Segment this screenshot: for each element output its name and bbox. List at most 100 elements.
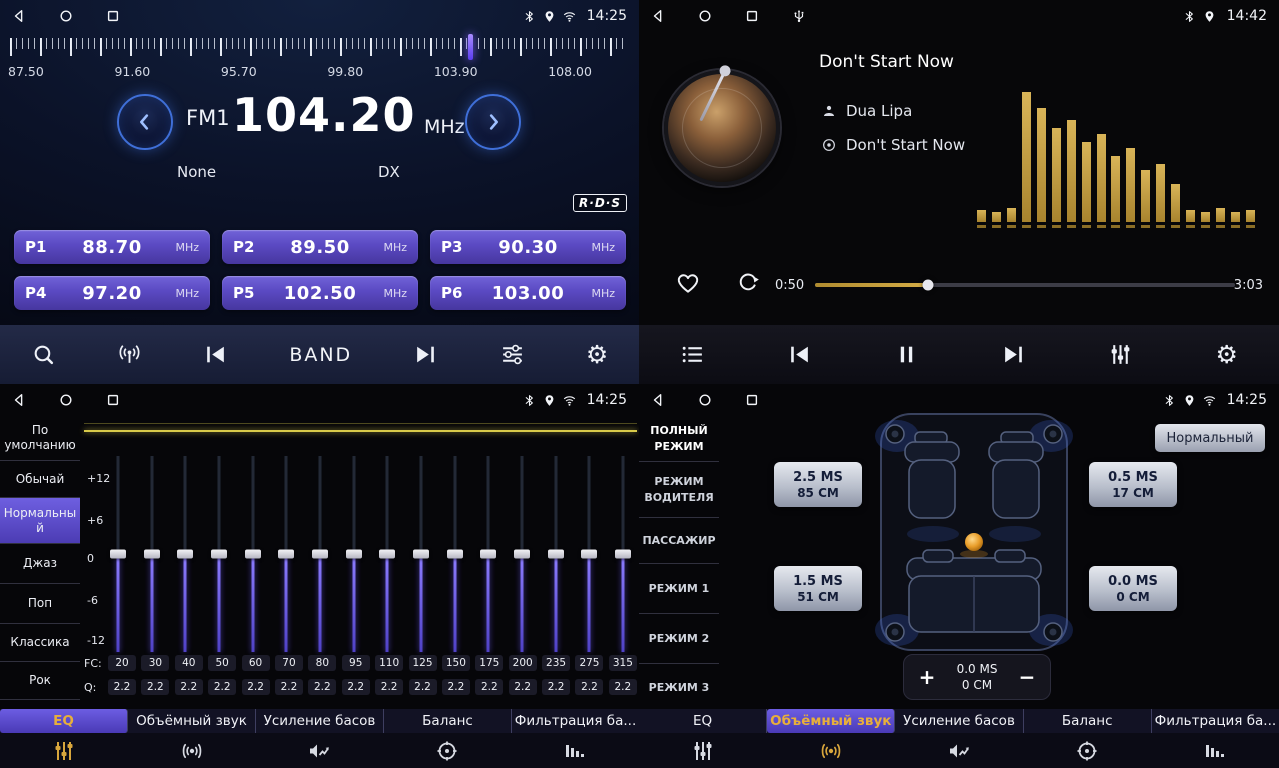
eq-slider-handle[interactable] [379, 550, 395, 559]
nav-home-icon[interactable] [59, 9, 73, 23]
eq-slider-handle[interactable] [177, 550, 193, 559]
next-station-icon[interactable] [413, 342, 438, 367]
nav-back-icon[interactable] [651, 393, 665, 407]
delay-increase-button[interactable]: + [917, 665, 937, 689]
eq-band-slider[interactable] [209, 456, 229, 652]
mode-driver[interactable]: РЕЖИМ ВОДИТЕЛЯ [639, 462, 719, 518]
eq-slider-handle[interactable] [110, 550, 126, 559]
eq-tab-icon[interactable] [0, 733, 128, 768]
bass-boost-tab-icon[interactable] [895, 733, 1023, 768]
eq-preset-normal[interactable]: Нормальный [0, 498, 80, 544]
delay-decrease-button[interactable]: − [1017, 665, 1037, 689]
eq-band-slider[interactable] [243, 456, 263, 652]
tab-bass-boost[interactable]: Усиление басов [895, 709, 1023, 733]
preset-p5-button[interactable]: P5 102.50 MHz [222, 276, 418, 310]
sound-preset-button[interactable]: Нормальный [1155, 424, 1265, 452]
previous-station-icon[interactable] [203, 342, 228, 367]
preset-p1-button[interactable]: P1 88.70 MHz [14, 230, 210, 264]
previous-track-icon[interactable] [787, 342, 812, 367]
nav-recents-icon[interactable] [745, 9, 759, 23]
nav-recents-icon[interactable] [745, 393, 759, 407]
eq-band-slider[interactable] [108, 456, 128, 652]
mode-passenger[interactable]: ПАССАЖИР [639, 518, 719, 564]
eq-preset-pop[interactable]: Поп [0, 584, 80, 624]
tab-eq[interactable]: EQ [0, 709, 128, 733]
tab-eq[interactable]: EQ [639, 709, 767, 733]
tab-bass-boost[interactable]: Усиление басов [256, 709, 384, 733]
preset-p4-button[interactable]: P4 97.20 MHz [14, 276, 210, 310]
eq-preset-jazz[interactable]: Джаз [0, 544, 80, 584]
tune-up-button[interactable] [465, 94, 521, 150]
eq-preset-default[interactable]: По умолчанию [0, 416, 80, 461]
mode-1[interactable]: РЕЖИМ 1 [639, 564, 719, 614]
eq-slider-handle[interactable] [278, 550, 294, 559]
rear-left-delay[interactable]: 1.5 MS 51 CM [774, 566, 862, 611]
tab-surround[interactable]: Объёмный звук [128, 709, 256, 733]
balance-tab-icon[interactable] [1023, 733, 1151, 768]
balance-tab-icon[interactable] [383, 733, 511, 768]
tune-down-button[interactable] [117, 94, 173, 150]
eq-band-slider[interactable] [142, 456, 162, 652]
eq-preset-rock[interactable]: Рок [0, 662, 80, 700]
eq-band-slider[interactable] [276, 456, 296, 652]
eq-slider-handle[interactable] [144, 550, 160, 559]
eq-band-slider[interactable] [411, 456, 431, 652]
eq-slider-handle[interactable] [413, 550, 429, 559]
eq-slider-handle[interactable] [346, 550, 362, 559]
next-track-icon[interactable] [1001, 342, 1026, 367]
filter-tab-icon[interactable] [511, 733, 639, 768]
nav-home-icon[interactable] [59, 393, 73, 407]
tab-filter[interactable]: Фильтрация ба... [512, 709, 639, 733]
eq-slider-handle[interactable] [548, 550, 564, 559]
eq-preset-classic[interactable]: Классика [0, 624, 80, 662]
bass-boost-tab-icon[interactable] [256, 733, 384, 768]
settings-gear-icon[interactable]: ⚙ [1216, 342, 1238, 367]
progress-bar[interactable] [815, 283, 1235, 287]
eq-slider-handle[interactable] [480, 550, 496, 559]
nav-recents-icon[interactable] [106, 9, 120, 23]
preset-p2-button[interactable]: P2 89.50 MHz [222, 230, 418, 264]
mode-2[interactable]: РЕЖИМ 2 [639, 614, 719, 664]
eq-band-slider[interactable] [175, 456, 195, 652]
mixer-icon[interactable] [1108, 342, 1133, 367]
nav-home-icon[interactable] [698, 9, 712, 23]
favorite-icon[interactable] [675, 270, 701, 296]
eq-band-slider[interactable] [579, 456, 599, 652]
surround-tab-icon[interactable] [767, 733, 895, 768]
preset-p3-button[interactable]: P3 90.30 MHz [430, 230, 626, 264]
progress-knob[interactable] [923, 280, 934, 291]
eq-band-slider[interactable] [613, 456, 633, 652]
rear-right-delay[interactable]: 0.0 MS 0 CM [1089, 566, 1177, 611]
eq-band-slider[interactable] [344, 456, 364, 652]
eq-tab-icon[interactable] [639, 733, 767, 768]
eq-band-slider[interactable] [445, 456, 465, 652]
eq-band-slider[interactable] [310, 456, 330, 652]
eq-band-slider[interactable] [377, 456, 397, 652]
broadcast-icon[interactable] [117, 342, 142, 367]
pause-icon[interactable] [894, 342, 919, 367]
audio-settings-icon[interactable] [500, 342, 525, 367]
filter-tab-icon[interactable] [1151, 733, 1279, 768]
tab-surround[interactable]: Объёмный звук [767, 709, 895, 733]
nav-back-icon[interactable] [12, 9, 26, 23]
mode-3[interactable]: РЕЖИМ 3 [639, 664, 719, 712]
eq-slider-handle[interactable] [615, 550, 631, 559]
eq-slider-handle[interactable] [211, 550, 227, 559]
mode-full[interactable]: ПОЛНЫЙ РЕЖИМ [639, 416, 719, 462]
nav-back-icon[interactable] [12, 393, 26, 407]
eq-preset-custom[interactable]: Обычай [0, 461, 80, 498]
nav-home-icon[interactable] [698, 393, 712, 407]
tab-balance[interactable]: Баланс [384, 709, 512, 733]
nav-recents-icon[interactable] [106, 393, 120, 407]
settings-gear-icon[interactable]: ⚙ [586, 342, 608, 367]
preset-p6-button[interactable]: P6 103.00 MHz [430, 276, 626, 310]
surround-tab-icon[interactable] [128, 733, 256, 768]
eq-band-slider[interactable] [546, 456, 566, 652]
front-right-delay[interactable]: 0.5 MS 17 CM [1089, 462, 1177, 507]
eq-band-slider[interactable] [478, 456, 498, 652]
playlist-icon[interactable] [680, 342, 705, 367]
eq-slider-handle[interactable] [581, 550, 597, 559]
band-button[interactable]: BAND [289, 344, 352, 366]
eq-slider-handle[interactable] [312, 550, 328, 559]
eq-slider-handle[interactable] [447, 550, 463, 559]
